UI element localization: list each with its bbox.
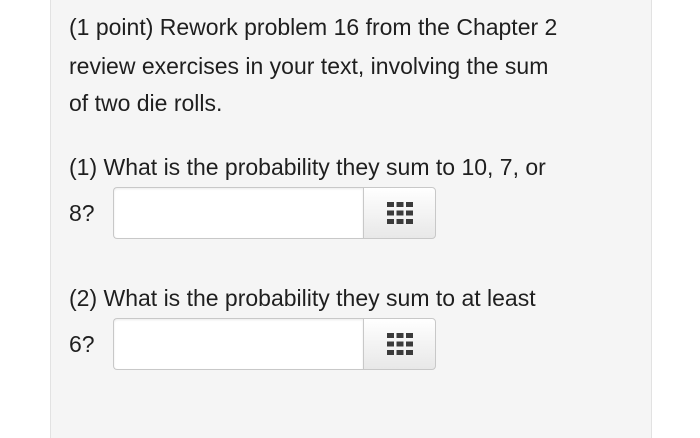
question-2-answer-input[interactable]: [113, 318, 363, 370]
question-2-text-line-1: (2) What is the probability they sum to …: [69, 285, 536, 311]
question-1-answer-group: [113, 187, 436, 239]
question-1-text-line-1: (1) What is the probability they sum to …: [69, 154, 546, 180]
question-1-answer-input[interactable]: [113, 187, 363, 239]
question-1-text-line-2: 8?: [69, 200, 95, 226]
equation-editor-grid-icon: [386, 202, 413, 224]
question-1-equation-editor-button[interactable]: [363, 187, 436, 239]
problem-intro-line-2: review exercises in your text, involving…: [69, 53, 549, 79]
equation-editor-grid-icon: [386, 333, 413, 355]
question-2-answer-group: [113, 318, 436, 370]
question-2-text-line-2: 6?: [69, 331, 95, 357]
problem-intro-line-3: of two die rolls.: [69, 90, 223, 116]
question-2-equation-editor-button[interactable]: [363, 318, 436, 370]
problem-intro-line-1: (1 point) Rework problem 16 from the Cha…: [69, 14, 558, 40]
